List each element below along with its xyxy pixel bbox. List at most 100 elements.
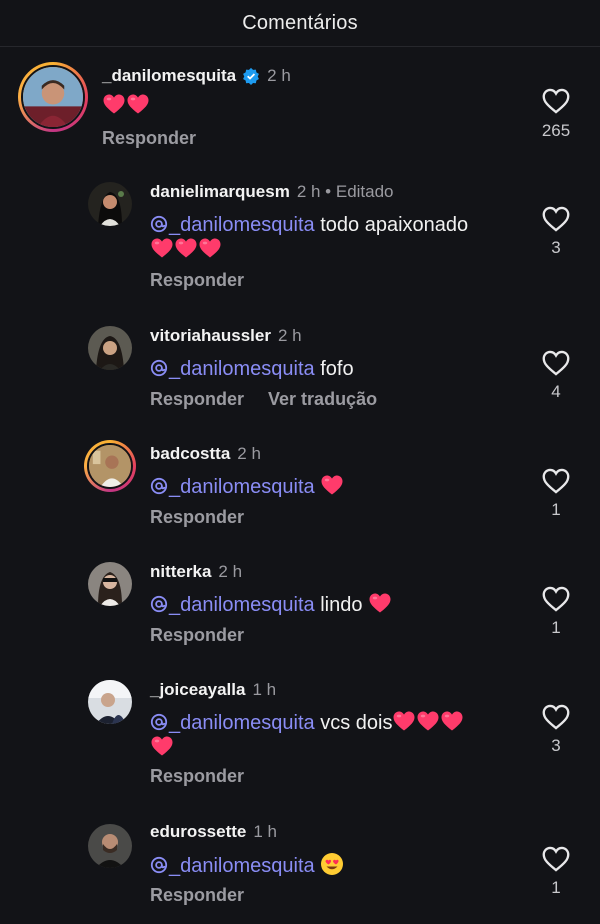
- comment-text-line2: [150, 735, 174, 761]
- mention-link[interactable]: _danilomesquita: [150, 855, 315, 877]
- threads-at-icon: [150, 215, 168, 233]
- comment-item: vitoriahaussler 2 h _danilomesquita fofo…: [0, 320, 600, 420]
- avatar[interactable]: [84, 440, 136, 492]
- heart-emoji-icon: [392, 710, 416, 732]
- comment-text: _danilomesquita: [150, 474, 344, 500]
- reply-button[interactable]: Responder: [150, 270, 244, 290]
- profile-photo: [88, 824, 132, 868]
- like-count: 3: [551, 736, 561, 755]
- threads-at-icon: [150, 856, 168, 874]
- comment-item: danielimarquesm 2 h • Editado _danilomes…: [0, 176, 600, 296]
- comment-actions: Responder: [150, 507, 244, 528]
- comment-text: _danilomesquita: [150, 852, 344, 879]
- comment-text: _danilomesquita fofo: [150, 356, 354, 382]
- like-heart-icon[interactable]: [542, 586, 570, 612]
- verified-badge-icon: [243, 67, 260, 85]
- profile-photo: [23, 67, 83, 127]
- comment-meta: badcostta 2 h: [150, 444, 261, 464]
- username[interactable]: _joiceayalla: [150, 680, 245, 700]
- comment-meta: _danilomesquita 2 h: [102, 66, 291, 86]
- like-heart-icon[interactable]: [542, 206, 570, 232]
- comment-actions: Responder: [102, 128, 196, 149]
- heart-emoji-icon: [416, 710, 440, 732]
- reply-button[interactable]: Responder: [150, 389, 244, 409]
- heart-eyes-emoji-icon: [320, 852, 344, 876]
- heart-emoji-icon: [320, 474, 344, 496]
- comment-item: badcostta 2 h _danilomesquita Responder …: [0, 438, 600, 538]
- heart-emoji-icon: [368, 592, 392, 614]
- translate-button[interactable]: Ver tradução: [268, 389, 377, 409]
- mention-link[interactable]: _danilomesquita: [150, 594, 315, 616]
- comment-time: 1 h: [253, 822, 278, 841]
- mention-link[interactable]: _danilomesquita: [150, 358, 315, 380]
- avatar[interactable]: [88, 182, 132, 226]
- mention-link[interactable]: _danilomesquita: [150, 214, 315, 236]
- like-count: 3: [551, 238, 561, 257]
- username[interactable]: danielimarquesm: [150, 182, 290, 202]
- comment-item: nitterka 2 h _danilomesquita lindo Respo…: [0, 556, 600, 656]
- avatar[interactable]: [18, 62, 88, 132]
- comment-actions: Responder: [150, 766, 244, 787]
- comment-time: 2 h: [218, 562, 243, 581]
- heart-emoji-icon: [126, 93, 150, 115]
- like-count: 1: [551, 878, 561, 897]
- profile-photo: [89, 445, 131, 487]
- comment-time: 2 h: [237, 444, 261, 463]
- username[interactable]: badcostta: [150, 444, 230, 464]
- like-heart-icon[interactable]: [542, 704, 570, 730]
- like-count: 265: [541, 121, 571, 140]
- heart-emoji-icon: [150, 237, 174, 259]
- like-count: 1: [551, 500, 561, 519]
- profile-photo: [88, 680, 132, 724]
- heart-emoji-icon: [198, 237, 222, 259]
- like-heart-icon[interactable]: [542, 846, 570, 872]
- profile-photo: [88, 182, 132, 226]
- avatar[interactable]: [88, 326, 132, 370]
- comment-body: todo apaixonado: [314, 214, 469, 236]
- comment-item: _danilomesquita 2 h Responder 265: [0, 58, 600, 158]
- comment-time: 2 h: [267, 66, 291, 85]
- comment-text: _danilomesquita vcs dois: [150, 710, 464, 736]
- threads-at-icon: [150, 359, 168, 377]
- comment-actions: Responder: [150, 625, 244, 646]
- comment-text: _danilomesquita todo apaixonado: [150, 212, 468, 238]
- comment-meta: vitoriahaussler 2 h: [150, 326, 302, 346]
- page-title: Comentários: [242, 11, 358, 34]
- mention-link[interactable]: _danilomesquita: [150, 712, 315, 734]
- username[interactable]: nitterka: [150, 562, 211, 582]
- threads-at-icon: [150, 713, 168, 731]
- reply-button[interactable]: Responder: [150, 507, 244, 527]
- heart-emoji-icon: [174, 237, 198, 259]
- like-count: 1: [551, 618, 561, 637]
- comment-meta: danielimarquesm 2 h • Editado: [150, 182, 394, 202]
- reply-button[interactable]: Responder: [150, 625, 244, 645]
- reply-button[interactable]: Responder: [102, 128, 196, 148]
- comment-actions: Responder: [150, 885, 244, 906]
- comment-text: [102, 93, 150, 119]
- mention-link[interactable]: _danilomesquita: [150, 476, 315, 498]
- like-heart-icon[interactable]: [542, 468, 570, 494]
- username[interactable]: _danilomesquita: [102, 66, 236, 86]
- threads-at-icon: [150, 477, 168, 495]
- comment-time: 2 h • Editado: [296, 182, 394, 201]
- like-heart-icon[interactable]: [542, 350, 570, 376]
- comment-actions: Responder: [150, 270, 244, 291]
- username[interactable]: edurossette: [150, 822, 246, 842]
- comment-body: vcs dois: [314, 712, 393, 734]
- avatar[interactable]: [88, 680, 132, 724]
- comment-time: 1 h: [252, 680, 277, 699]
- heart-emoji-icon: [102, 93, 126, 115]
- threads-at-icon: [150, 595, 168, 613]
- comment-text: _danilomesquita lindo: [150, 592, 392, 618]
- like-heart-icon[interactable]: [542, 88, 570, 114]
- avatar[interactable]: [88, 824, 132, 868]
- reply-button[interactable]: Responder: [150, 766, 244, 786]
- comment-meta: nitterka 2 h: [150, 562, 242, 582]
- avatar[interactable]: [88, 562, 132, 606]
- reply-button[interactable]: Responder: [150, 885, 244, 905]
- comment-body: fofo: [314, 358, 354, 380]
- heart-emoji-icon: [150, 735, 174, 757]
- username[interactable]: vitoriahaussler: [150, 326, 271, 346]
- comment-meta: edurossette 1 h: [150, 822, 277, 842]
- comment-meta: _joiceayalla 1 h: [150, 680, 276, 700]
